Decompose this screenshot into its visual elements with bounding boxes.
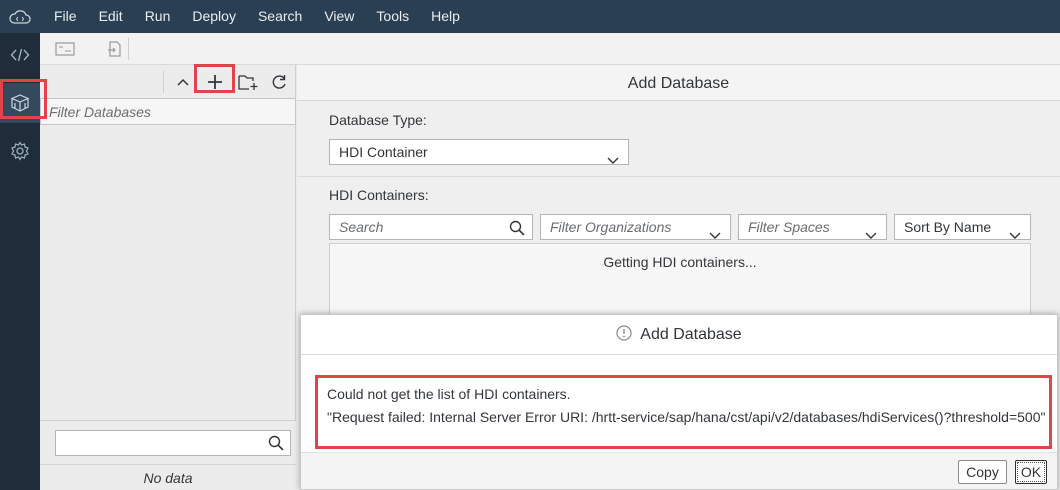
sort-select[interactable]: Sort By Name bbox=[894, 214, 1031, 240]
hdi-search-input[interactable]: Search bbox=[329, 214, 533, 240]
add-database-button[interactable] bbox=[204, 71, 226, 93]
explorer-bottom-section: No data bbox=[40, 420, 296, 490]
database-type-label: Database Type: bbox=[329, 112, 427, 128]
sort-value: Sort By Name bbox=[904, 219, 992, 235]
run-console-icon[interactable] bbox=[54, 39, 76, 59]
dialog-footer: Copy OK bbox=[301, 452, 1057, 489]
hdi-containers-list: Getting HDI containers... bbox=[329, 243, 1031, 323]
menu-bar: File Edit Run Deploy Search View Tools H… bbox=[0, 0, 1060, 33]
no-data-text: No data bbox=[40, 464, 296, 490]
menu-edit[interactable]: Edit bbox=[88, 0, 134, 33]
menu-help[interactable]: Help bbox=[420, 0, 471, 33]
code-icon[interactable] bbox=[0, 35, 40, 75]
filter-organizations-select[interactable]: Filter Organizations bbox=[540, 214, 731, 240]
hdi-search-placeholder: Search bbox=[339, 219, 384, 235]
database-explorer-panel: Filter Databases No data bbox=[40, 65, 296, 490]
database-explorer-icon[interactable] bbox=[0, 83, 40, 123]
hdi-containers-label: HDI Containers: bbox=[329, 187, 429, 203]
menu-run[interactable]: Run bbox=[134, 0, 182, 33]
chevron-down-icon bbox=[607, 148, 619, 172]
filter-spaces-select[interactable]: Filter Spaces bbox=[738, 214, 887, 240]
dialog-message: Could not get the list of HDI containers… bbox=[315, 375, 1052, 449]
dialog-title: Add Database bbox=[640, 325, 742, 343]
menu-deploy[interactable]: Deploy bbox=[181, 0, 247, 33]
database-type-value: HDI Container bbox=[339, 144, 428, 160]
collapse-up-icon[interactable] bbox=[172, 71, 194, 93]
menu-view[interactable]: View bbox=[313, 0, 365, 33]
database-type-select[interactable]: HDI Container bbox=[329, 139, 629, 165]
explorer-toolbar-separator bbox=[163, 71, 164, 93]
explorer-search-input[interactable] bbox=[55, 430, 291, 456]
activity-bar bbox=[0, 33, 40, 490]
search-icon[interactable] bbox=[509, 219, 525, 243]
cloud-code-icon[interactable] bbox=[0, 0, 40, 33]
import-icon[interactable] bbox=[105, 39, 123, 59]
refresh-icon[interactable] bbox=[268, 71, 290, 93]
menu-search[interactable]: Search bbox=[247, 0, 313, 33]
toolbar-separator bbox=[128, 38, 129, 60]
page-title: Add Database bbox=[297, 65, 1060, 101]
copy-button[interactable]: Copy bbox=[958, 460, 1007, 484]
error-message-line1: Could not get the list of HDI containers… bbox=[327, 386, 571, 402]
filter-organizations-placeholder: Filter Organizations bbox=[550, 219, 672, 235]
filter-spaces-placeholder: Filter Spaces bbox=[748, 219, 830, 235]
search-icon[interactable] bbox=[268, 435, 284, 454]
filter-databases-input[interactable]: Filter Databases bbox=[40, 98, 296, 125]
menu-tools[interactable]: Tools bbox=[365, 0, 420, 33]
settings-gear-icon[interactable] bbox=[0, 131, 40, 171]
add-folder-icon[interactable] bbox=[237, 71, 259, 93]
explorer-toolbar bbox=[40, 65, 296, 98]
warning-icon bbox=[616, 325, 632, 344]
main-toolbar bbox=[40, 33, 1060, 65]
dialog-header: Add Database bbox=[301, 315, 1057, 355]
menu-file[interactable]: File bbox=[40, 0, 88, 33]
ok-button[interactable]: OK bbox=[1015, 460, 1047, 484]
error-message-line2: "Request failed: Internal Server Error U… bbox=[327, 409, 1046, 425]
section-divider bbox=[297, 176, 1060, 177]
error-dialog: Add Database Could not get the list of H… bbox=[300, 314, 1058, 490]
loading-text: Getting HDI containers... bbox=[603, 254, 757, 270]
